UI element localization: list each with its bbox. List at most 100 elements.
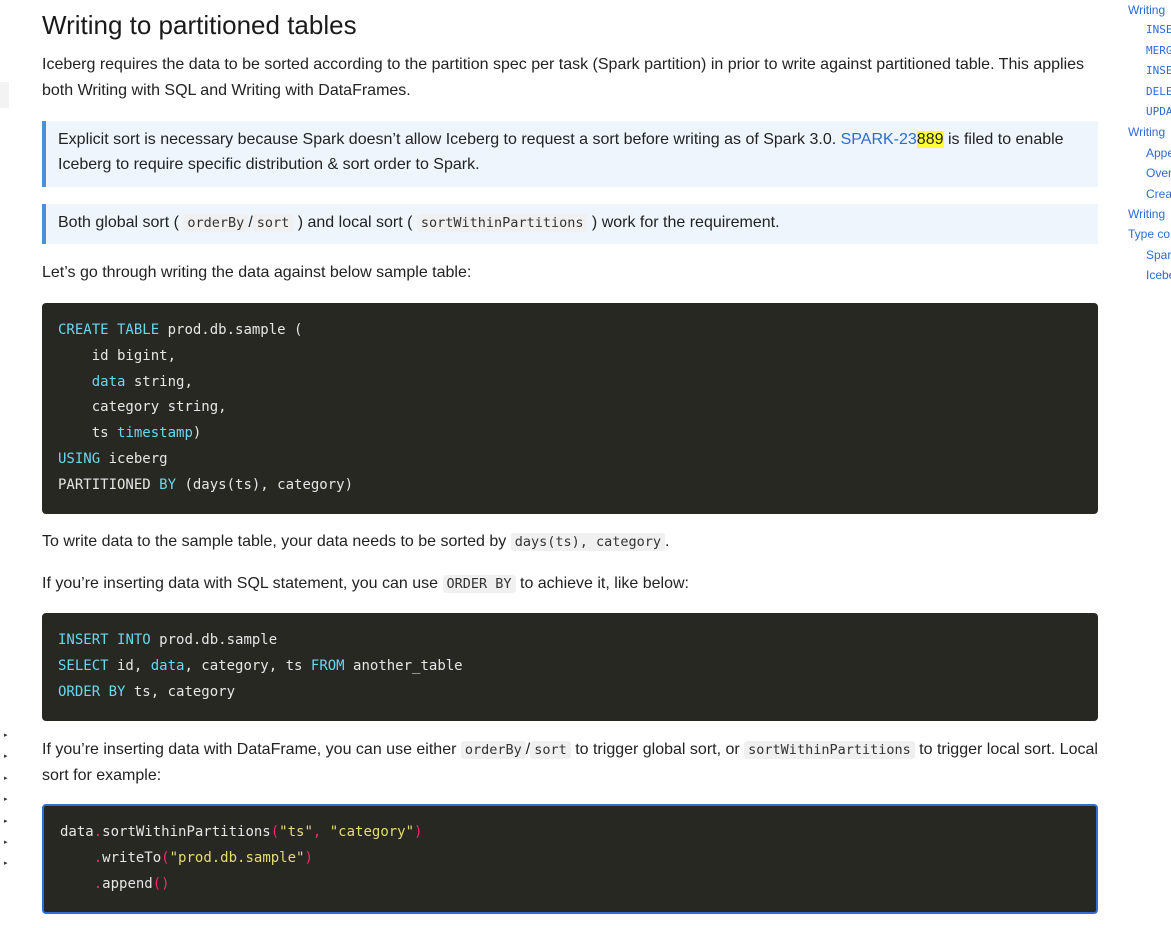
toc-item[interactable]: MERG <box>1128 41 1171 61</box>
toc-item[interactable]: Crea <box>1128 184 1171 204</box>
inline-code-orderby: orderBy <box>460 741 526 759</box>
sidebar-selection-indicator <box>0 82 9 108</box>
code-punct: ( <box>161 849 170 866</box>
code-text: id, <box>108 657 151 674</box>
code-function: writeTo <box>102 849 162 866</box>
sample-table-paragraph: Let’s go through writing the data agains… <box>42 264 472 281</box>
callout-text: Both global sort ( <box>58 214 179 231</box>
code-punct: . <box>93 849 103 866</box>
toc-item[interactable]: UPDA <box>1128 102 1171 122</box>
code-text: id bigint, <box>58 347 177 364</box>
search-highlight: 889 <box>916 131 944 148</box>
code-punct: . <box>93 875 103 892</box>
expand-arrow-icon[interactable]: ▸ <box>4 789 8 810</box>
code-text: PARTITIONED <box>58 476 160 493</box>
paragraph-text: To write data to the sample table, your … <box>42 533 511 550</box>
inline-code-order-by: ORDER BY <box>442 575 516 593</box>
callout-text: ) and local sort ( <box>297 214 413 231</box>
code-keyword: SELECT <box>58 657 109 674</box>
code-keyword: INTO <box>117 632 151 648</box>
code-keyword: data <box>150 657 185 674</box>
inline-code-days-category: days(ts), category <box>510 533 666 551</box>
toc-item[interactable]: Spar <box>1128 245 1171 265</box>
expand-arrow-icon[interactable]: ▸ <box>4 768 8 789</box>
toc-item[interactable]: Appe <box>1128 143 1171 163</box>
code-text: string, <box>125 373 193 390</box>
code-punct: ) <box>304 849 313 866</box>
code-keyword: INSERT <box>58 632 109 648</box>
code-punct: ) <box>414 824 423 840</box>
toc-item[interactable]: Over <box>1128 163 1171 183</box>
left-nav-arrows: ▸ ▸ ▸ ▸ ▸ ▸ ▸ <box>4 725 8 875</box>
code-function: sortWithinPartitions <box>102 824 271 840</box>
code-text: prod.db.sample ( <box>159 322 303 338</box>
code-text: ts, category <box>125 683 236 700</box>
code-text: (days(ts), category) <box>176 476 354 493</box>
code-text: another_table <box>344 657 463 674</box>
inline-code-sortwithinpartitions: sortWithinPartitions <box>416 214 588 232</box>
inline-code-sortwithinpartitions: sortWithinPartitions <box>744 741 915 759</box>
inline-code-orderby: orderBy <box>183 214 249 232</box>
inline-code-sort: sort <box>252 214 294 232</box>
toc-item[interactable]: INSE <box>1128 61 1171 81</box>
table-of-contents: Writing INSE MERG INSE DELE UPDA Writing… <box>1128 0 1171 286</box>
code-keyword: FROM <box>310 657 345 674</box>
code-keyword: CREATE TABLE <box>58 322 160 338</box>
code-string: "category" <box>329 824 415 840</box>
code-punct: , <box>312 824 330 840</box>
code-block-insert-into[interactable]: INSERT INTO prod.db.sample SELECT id, da… <box>42 613 1098 721</box>
code-keyword: ORDER BY <box>58 683 126 700</box>
expand-arrow-icon[interactable]: ▸ <box>4 746 8 767</box>
code-text: data <box>60 824 94 840</box>
code-punct: ( <box>270 824 280 840</box>
code-function: append <box>102 875 153 892</box>
expand-arrow-icon[interactable]: ▸ <box>4 725 8 746</box>
code-string: "prod.db.sample" <box>169 849 305 866</box>
code-text: , category, ts <box>184 657 311 674</box>
code-text: ) <box>192 425 202 442</box>
code-keyword: USING <box>58 450 101 467</box>
toc-item[interactable]: Writing <box>1128 204 1171 224</box>
code-text: iceberg <box>100 450 168 467</box>
expand-arrow-icon[interactable]: ▸ <box>4 853 8 874</box>
code-text: ts <box>58 425 118 442</box>
paragraph-text: . <box>665 533 670 550</box>
code-block-create-table[interactable]: CREATE TABLE prod.db.sample ( id bigint,… <box>42 303 1098 514</box>
dataframe-paragraph: If you’re inserting data with DataFrame,… <box>42 737 1098 789</box>
expand-arrow-icon[interactable]: ▸ <box>4 811 8 832</box>
callout-spark-sort: Explicit sort is necessary because Spark… <box>42 121 1098 187</box>
code-punct: . <box>93 824 103 840</box>
code-text: prod.db.sample <box>150 632 278 648</box>
expand-arrow-icon[interactable]: ▸ <box>4 832 8 853</box>
sorted-by-paragraph: To write data to the sample table, your … <box>42 529 1098 555</box>
toc-item[interactable]: Writing <box>1128 0 1171 20</box>
intro-paragraph: Iceberg requires the data to be sorted a… <box>42 56 1085 99</box>
code-keyword: BY <box>159 476 177 493</box>
spark-issue-link-text: SPARK-23 <box>840 131 917 148</box>
toc-item[interactable]: INSE <box>1128 20 1171 40</box>
toc-item[interactable]: Type co <box>1128 224 1171 244</box>
spark-issue-link[interactable]: SPARK-23889 <box>841 131 944 148</box>
code-keyword: data <box>91 373 126 390</box>
paragraph-text: to trigger global sort, or <box>570 741 745 758</box>
paragraph-text: to achieve it, like below: <box>515 575 689 592</box>
toc-item[interactable]: Writing <box>1128 122 1171 142</box>
code-string: "ts" <box>279 824 313 840</box>
code-punct: () <box>152 875 170 892</box>
inline-code-sort: sort <box>530 741 571 759</box>
toc-item[interactable]: DELE <box>1128 82 1171 102</box>
callout-text: Explicit sort is necessary because Spark… <box>58 131 841 148</box>
callout-text: ) work for the requirement. <box>591 214 780 231</box>
code-block-dataframe-sort[interactable]: data.sortWithinPartitions("ts", "categor… <box>42 804 1098 914</box>
sql-paragraph: If you’re inserting data with SQL statem… <box>42 571 1098 597</box>
code-keyword: timestamp <box>117 425 193 442</box>
callout-sort-types: Both global sort ( orderBy / sort ) and lo… <box>42 204 1098 244</box>
section-title: Writing to partitioned tables <box>42 10 357 40</box>
paragraph-text: If you’re inserting data with DataFrame,… <box>42 741 461 758</box>
toc-item[interactable]: Icebe <box>1128 265 1171 285</box>
code-text: category string, <box>58 399 227 416</box>
paragraph-text: If you’re inserting data with SQL statem… <box>42 575 443 592</box>
